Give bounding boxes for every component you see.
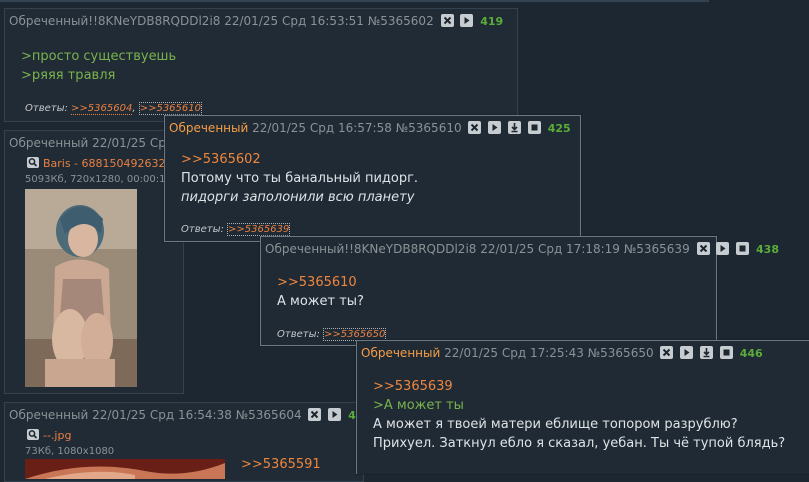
file-link[interactable]: --.jpg bbox=[27, 429, 71, 442]
play-icon[interactable] bbox=[680, 346, 694, 359]
greentext-line: >ряяя травля bbox=[21, 68, 116, 83]
download-icon[interactable] bbox=[700, 346, 714, 359]
reply-link[interactable]: >>5365602 bbox=[181, 150, 418, 169]
answers-separator: , bbox=[132, 103, 136, 114]
post-number[interactable]: №5365650 bbox=[588, 346, 654, 360]
post-body: >>5365610 А может ты? bbox=[277, 273, 364, 311]
post-count: 425 bbox=[547, 122, 571, 135]
post-date: 22/01/25 Срд 17:18:19 bbox=[480, 242, 620, 256]
post-text-line: А может я твоей матери еблище топором ра… bbox=[373, 417, 738, 432]
post-number[interactable]: №5365610 bbox=[396, 121, 462, 135]
play-icon[interactable] bbox=[716, 242, 730, 255]
post-body: >>5365639 >А может ты А может я твоей ма… bbox=[373, 377, 785, 453]
close-icon[interactable] bbox=[468, 121, 482, 134]
post-count: 438 bbox=[756, 243, 779, 256]
close-icon[interactable] bbox=[696, 242, 710, 255]
image-thumbnail[interactable] bbox=[25, 459, 225, 479]
greentext-line: >А может ты bbox=[373, 398, 464, 413]
answers-row: Ответы: >>5365650 bbox=[277, 328, 387, 341]
post-header: Обреченный 22/01/25 Срд bbox=[9, 135, 174, 151]
post-5365602: Обреченный!!8KNeYDB8RQDDl2i8 22/01/25 Ср… bbox=[4, 8, 518, 122]
answers-label: Ответы: bbox=[277, 329, 320, 340]
poster-name[interactable]: Обреченный!!8KNeYDB8RQDDl2i8 bbox=[9, 14, 220, 28]
post-header: Обреченный!!8KNeYDB8RQDDl2i8 22/01/25 Ср… bbox=[9, 13, 503, 30]
video-thumbnail[interactable] bbox=[25, 189, 137, 387]
square-icon[interactable] bbox=[527, 121, 541, 134]
file-info: 5093Кб, 720x1280, 00:00:15 bbox=[25, 174, 172, 185]
post-body: >просто существуешь >ряяя травля bbox=[21, 47, 176, 85]
reply-link[interactable]: >>5365610 bbox=[277, 273, 364, 292]
poster-name[interactable]: Обреченный bbox=[9, 136, 88, 150]
search-icon[interactable] bbox=[27, 429, 39, 440]
answers-row: Ответы: >>5365639 bbox=[181, 223, 291, 236]
file-info: 73Кб, 1080x1080 bbox=[25, 446, 115, 457]
preview-popup-5365639: Обреченный!!8KNeYDB8RQDDl2i8 22/01/25 Ср… bbox=[260, 236, 779, 346]
post-date: 22/01/25 Срд 16:53:51 bbox=[224, 14, 364, 28]
post-header: Обреченный 22/01/25 Срд 16:54:38 №536560… bbox=[9, 407, 363, 424]
thread-top-divider bbox=[0, 0, 709, 2]
post-number[interactable]: №5365602 bbox=[368, 14, 434, 28]
post-header: Обреченный 22/01/25 Срд 17:25:43 №536565… bbox=[361, 345, 763, 362]
post-video: Обреченный 22/01/25 Срд Baris - 68815049… bbox=[4, 130, 187, 394]
post-text-line: пидорги заполонили всю планету bbox=[181, 190, 415, 205]
post-header: Обреченный 22/01/25 Срд 16:57:58 №536561… bbox=[169, 120, 571, 137]
close-icon[interactable] bbox=[308, 408, 322, 421]
poster-name[interactable]: Обреченный bbox=[361, 346, 440, 360]
play-icon[interactable] bbox=[328, 408, 342, 421]
download-icon[interactable] bbox=[508, 121, 522, 134]
reply-link[interactable]: >>5365639 bbox=[373, 377, 785, 396]
post-number[interactable]: №5365604 bbox=[236, 408, 302, 422]
preview-popup-5365650: Обреченный 22/01/25 Срд 17:25:43 №536565… bbox=[356, 340, 809, 474]
answers-label: Ответы: bbox=[181, 224, 224, 235]
post-body: >>5365602 Потому что ты банальный пидорг… bbox=[181, 150, 418, 207]
post-date: 22/01/25 Срд 17:25:43 bbox=[444, 346, 584, 360]
poster-name[interactable]: Обреченный bbox=[9, 408, 88, 422]
reply-link[interactable]: >>5365591 bbox=[241, 457, 321, 472]
post-date: 22/01/25 Срд 16:54:38 bbox=[92, 408, 232, 422]
reply-link[interactable]: >>5365604 bbox=[71, 103, 133, 115]
answers-label: Ответы: bbox=[25, 103, 68, 114]
post-number[interactable]: №5365639 bbox=[624, 242, 690, 256]
post-date: 22/01/25 Срд bbox=[92, 136, 175, 150]
poster-name[interactable]: Обреченный!!8KNeYDB8RQDDl2i8 bbox=[265, 242, 476, 256]
post-text-line: Потому что ты банальный пидорг. bbox=[181, 171, 419, 186]
play-icon[interactable] bbox=[488, 121, 502, 134]
close-icon[interactable] bbox=[440, 14, 454, 27]
post-date: 22/01/25 Срд 16:57:58 bbox=[252, 121, 392, 135]
post-text-line: Прихуел. Заткнул ебло я сказал, уебан. Т… bbox=[373, 436, 786, 451]
square-icon[interactable] bbox=[719, 346, 733, 359]
post-text-line: А может ты? bbox=[277, 294, 364, 309]
file-name[interactable]: --.jpg bbox=[43, 429, 71, 442]
search-icon[interactable] bbox=[27, 157, 39, 168]
file-link[interactable]: Baris - 688150492632580 bbox=[27, 157, 187, 170]
post-count: 419 bbox=[480, 15, 504, 28]
post-count: 446 bbox=[739, 347, 763, 360]
answers-row: Ответы: >>5365604, >>5365610 bbox=[25, 102, 202, 115]
poster-name[interactable]: Обреченный bbox=[169, 121, 248, 135]
greentext-line: >просто существуешь bbox=[21, 49, 177, 64]
reply-link[interactable]: >>5365610 bbox=[138, 102, 202, 115]
square-icon[interactable] bbox=[736, 242, 750, 255]
post-header: Обреченный!!8KNeYDB8RQDDl2i8 22/01/25 Ср… bbox=[265, 241, 779, 258]
reply-link[interactable]: >>5365639 bbox=[227, 223, 291, 236]
post-5365604: Обреченный 22/01/25 Срд 16:54:38 №536560… bbox=[4, 402, 364, 482]
preview-popup-5365610: Обреченный 22/01/25 Срд 16:57:58 №536561… bbox=[164, 115, 581, 242]
play-icon[interactable] bbox=[460, 14, 474, 27]
close-icon[interactable] bbox=[660, 346, 674, 359]
